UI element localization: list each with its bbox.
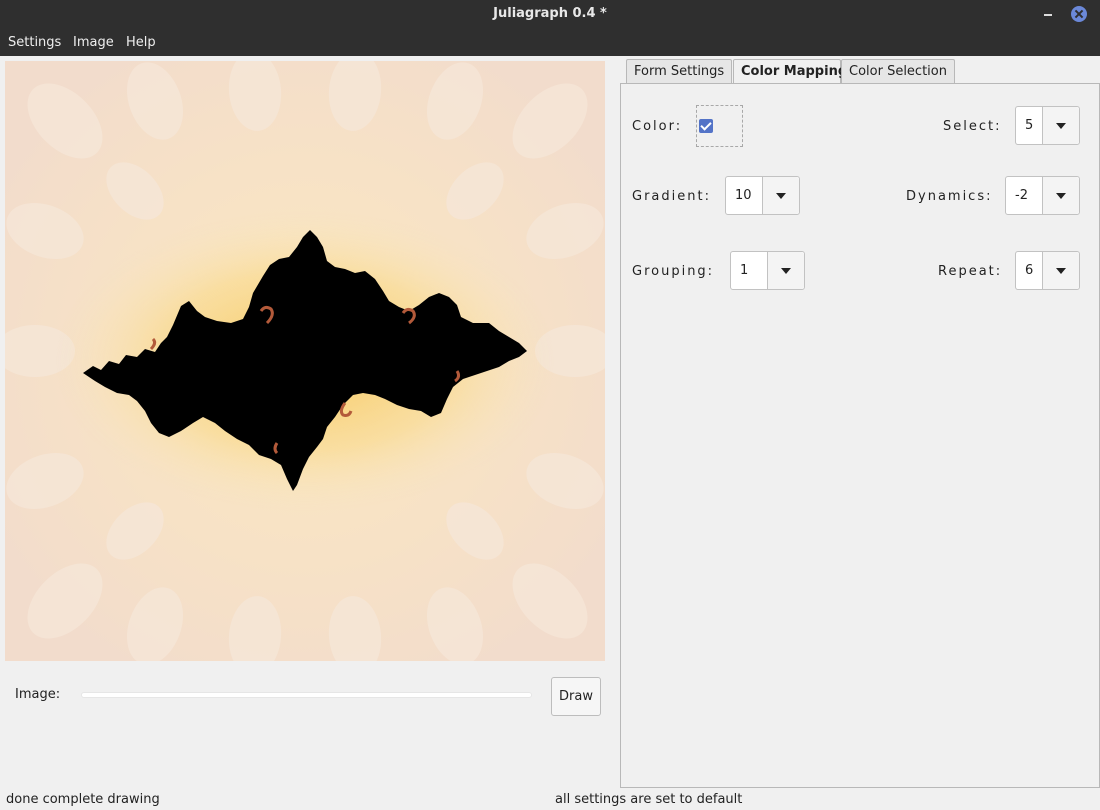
gradient-label: Gradient: (632, 189, 711, 204)
menu-image[interactable]: Image (73, 35, 114, 50)
dynamics-dropdown[interactable]: -2 (1005, 176, 1080, 215)
chevron-down-icon[interactable] (1042, 177, 1079, 214)
minimize-icon[interactable] (1042, 6, 1056, 20)
fractal-image (5, 61, 605, 661)
repeat-label: Repeat: (938, 264, 1003, 279)
image-progress-bar (81, 692, 532, 698)
chevron-down-icon[interactable] (1042, 252, 1079, 289)
tab-form-settings[interactable]: Form Settings (626, 59, 732, 83)
gradient-value: 10 (735, 188, 752, 203)
color-checkbox[interactable] (699, 119, 713, 133)
color-label: Color: (632, 119, 683, 134)
status-message-right: all settings are set to default (555, 792, 743, 807)
window-title: Juliagraph 0.4 * (493, 6, 607, 21)
menu-bar: Settings Image Help (0, 29, 1100, 56)
grouping-value: 1 (740, 263, 749, 278)
repeat-dropdown[interactable]: 6 (1015, 251, 1080, 290)
tab-color-selection[interactable]: Color Selection (841, 59, 955, 83)
chevron-down-icon[interactable] (767, 252, 804, 289)
title-bar: Juliagraph 0.4 * (0, 0, 1100, 29)
grouping-label: Grouping: (632, 264, 715, 279)
draw-button[interactable]: Draw (551, 677, 601, 716)
dynamics-value: -2 (1015, 188, 1028, 203)
select-value: 5 (1025, 118, 1034, 133)
menu-help[interactable]: Help (126, 35, 156, 50)
close-icon[interactable] (1071, 6, 1087, 22)
fractal-canvas[interactable] (5, 61, 605, 661)
settings-panel: Form Settings Color Mapping Color Select… (620, 59, 1100, 788)
repeat-value: 6 (1025, 263, 1034, 278)
gradient-dropdown[interactable]: 10 (725, 176, 800, 215)
color-checkbox-focus[interactable] (696, 105, 743, 147)
menu-settings[interactable]: Settings (8, 35, 61, 50)
status-message-left: done complete drawing (6, 792, 160, 807)
tab-color-mapping[interactable]: Color Mapping (733, 59, 847, 84)
image-label: Image: (15, 687, 61, 702)
chevron-down-icon[interactable] (762, 177, 799, 214)
select-dropdown[interactable]: 5 (1015, 106, 1080, 145)
color-mapping-tab-body: Color: Select: 5 Gradient: 10 Dynamics: … (620, 83, 1100, 788)
grouping-dropdown[interactable]: 1 (730, 251, 805, 290)
select-label: Select: (943, 119, 1002, 134)
dynamics-label: Dynamics: (906, 189, 993, 204)
chevron-down-icon[interactable] (1042, 107, 1079, 144)
